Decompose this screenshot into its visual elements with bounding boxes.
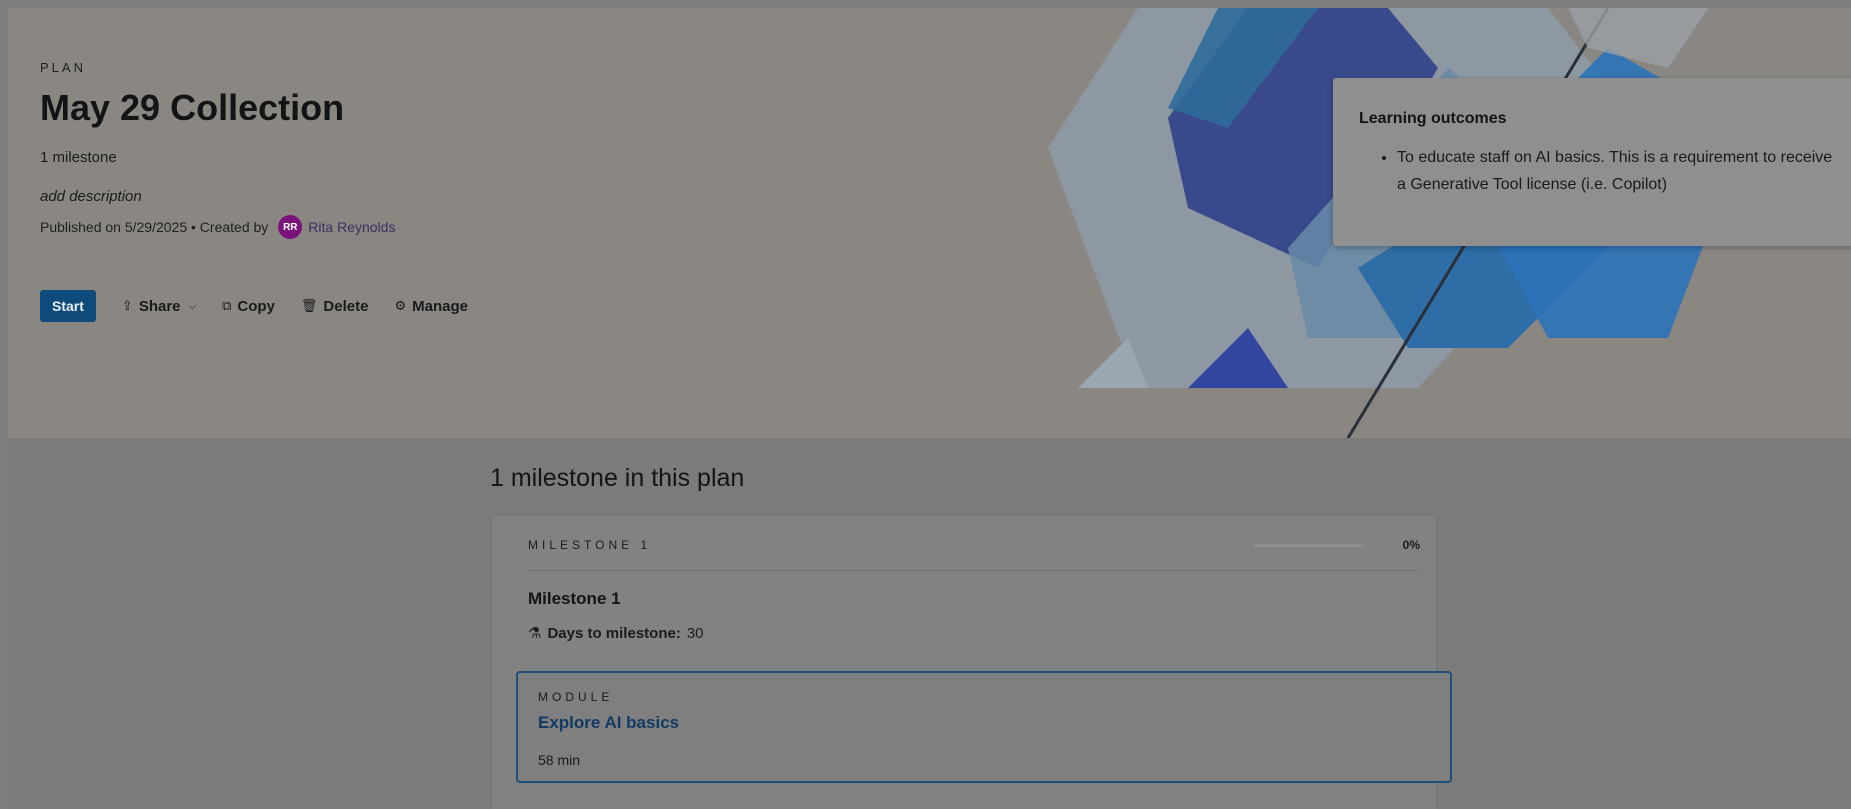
module-card[interactable]: MODULE Explore AI basics 58 min	[516, 671, 1452, 783]
module-label: MODULE	[538, 690, 614, 704]
copy-label: Copy	[237, 297, 275, 315]
page: PLAN May 29 Collection 1 milestone add d…	[8, 8, 1851, 809]
learning-outcomes-list: To educate staff on AI basics. This is a…	[1333, 144, 1837, 198]
manage-label: Manage	[412, 297, 468, 315]
module-title-link[interactable]: Explore AI basics	[538, 713, 679, 733]
copy-icon: ⧉	[222, 298, 232, 313]
avatar: RR	[278, 215, 303, 239]
plan-eyebrow: PLAN	[40, 60, 86, 75]
share-label: Share	[138, 297, 181, 315]
divider	[528, 570, 1420, 571]
days-value: 30	[686, 624, 704, 642]
milestones-section-title: 1 milestone in this plan	[490, 464, 745, 492]
days-to-milestone: ⚗ Days to milestone: 30	[528, 624, 704, 643]
milestone-name: Milestone 1	[528, 589, 621, 608]
published-text: Published on 5/29/2025 • Created by	[40, 219, 269, 235]
learning-outcome-item: To educate staff on AI basics. This is a…	[1397, 144, 1837, 198]
milestone-progress-percent: 0%	[1402, 538, 1420, 552]
learning-outcomes-panel: Learning outcomes To educate staff on AI…	[1333, 78, 1851, 246]
chevron-down-icon: ⌵	[188, 300, 197, 312]
gear-icon: ⚙	[394, 298, 407, 313]
delete-label: Delete	[323, 297, 369, 315]
copy-button[interactable]: ⧉ Copy	[222, 298, 275, 315]
days-label: Days to milestone:	[547, 624, 681, 642]
manage-button[interactable]: ⚙ Manage	[394, 298, 468, 315]
milestone-header: MILESTONE 1 0%	[528, 538, 1420, 552]
module-duration: 58 min	[538, 752, 581, 768]
share-icon: ⇪	[121, 298, 133, 313]
delete-button[interactable]: 🗑 Delete	[301, 298, 369, 315]
author-name[interactable]: Rita Reynolds	[308, 219, 395, 235]
trash-icon: 🗑	[300, 298, 318, 313]
flask-icon: ⚗	[528, 625, 542, 642]
page-title: May 29 Collection	[40, 87, 345, 128]
share-button[interactable]: ⇪ Share ⌵	[122, 298, 196, 315]
add-description-link[interactable]: add description	[40, 188, 395, 205]
start-button[interactable]: Start	[40, 290, 96, 322]
milestone-count: 1 milestone	[40, 149, 117, 166]
learning-outcomes-title: Learning outcomes	[1359, 110, 1507, 127]
milestone-card: MILESTONE 1 0% Milestone 1 ⚗ Days to mil…	[492, 516, 1452, 809]
milestone-label: MILESTONE 1	[528, 538, 652, 552]
published-info: Published on 5/29/2025 • Created by RR R…	[40, 215, 395, 239]
plan-header: PLAN May 29 Collection 1 milestone add d…	[40, 60, 395, 239]
milestone-progress-bar	[1254, 544, 1364, 547]
action-bar: Start ⇪ Share ⌵ ⧉ Copy 🗑 Delete ⚙ Manage	[40, 290, 468, 322]
plan-hero: PLAN May 29 Collection 1 milestone add d…	[8, 8, 1851, 438]
